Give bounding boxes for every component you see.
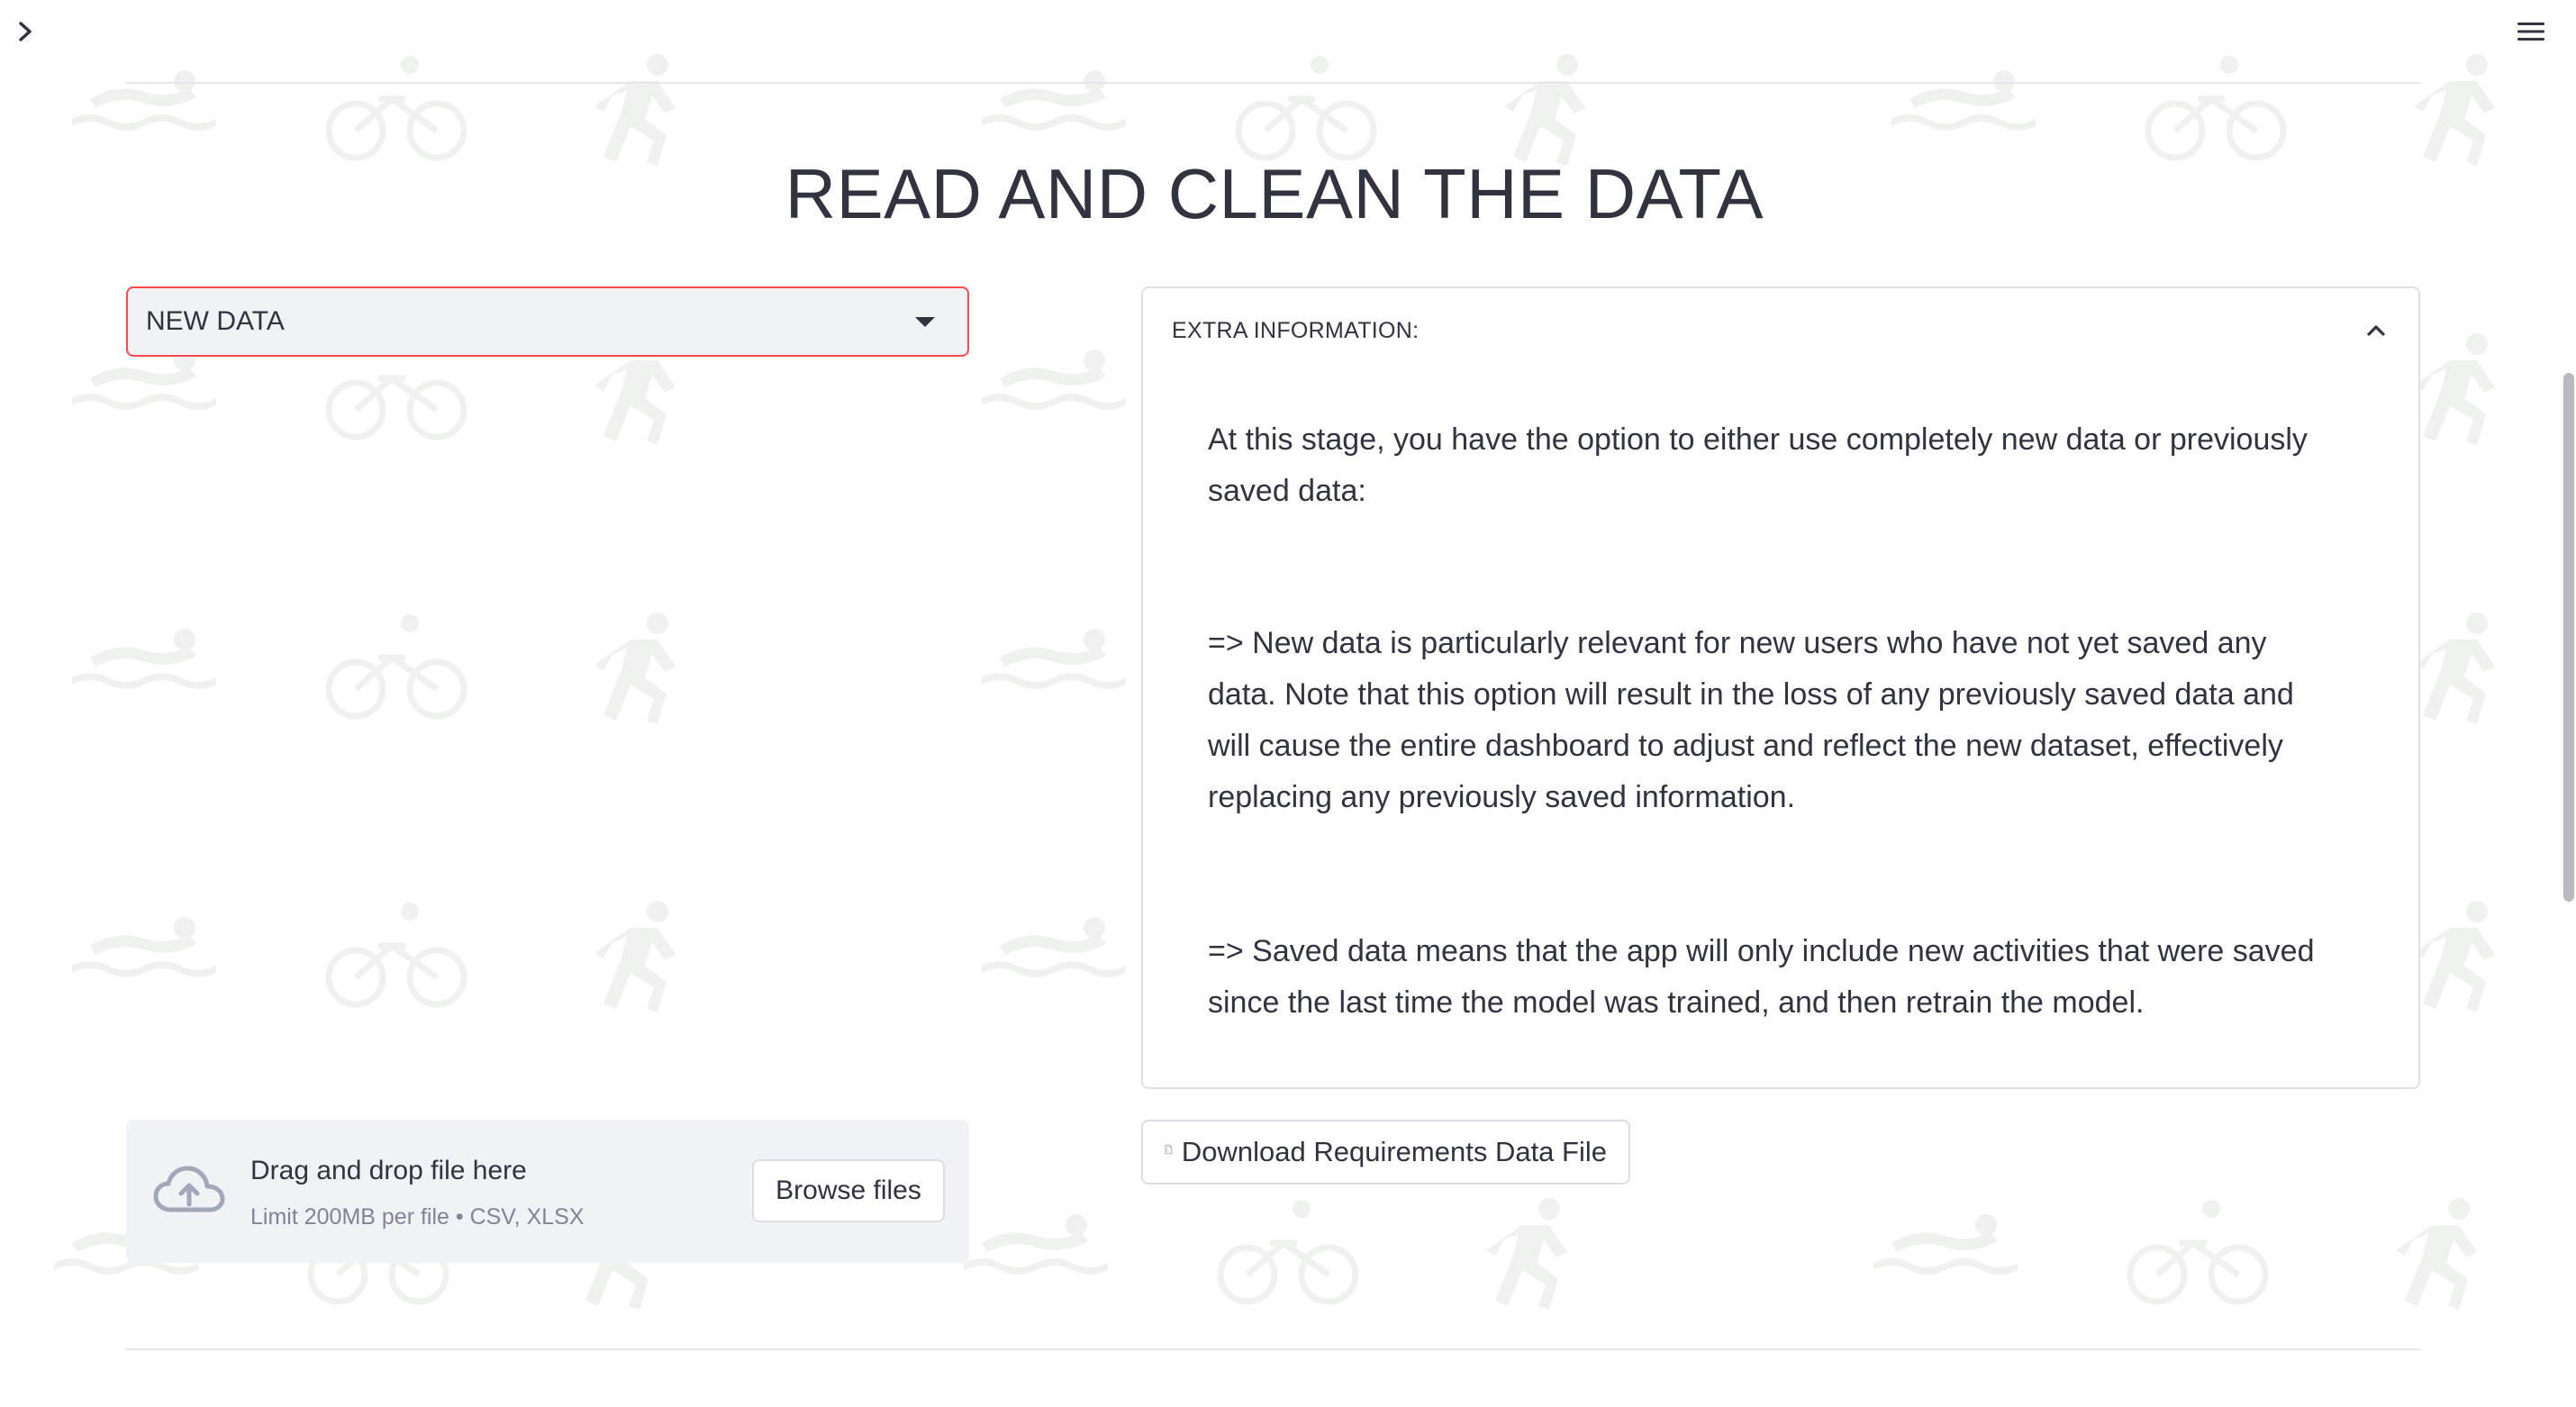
info-paragraph-3: => Saved data means that the app will on…	[1208, 934, 2315, 1020]
browse-files-button[interactable]: Browse files	[752, 1159, 945, 1222]
info-paragraph-1: At this stage, you have the option to ei…	[1208, 422, 2308, 508]
bottom-divider	[126, 1348, 2421, 1350]
extra-information-expander-header[interactable]: EXTRA INFORMATION:	[1143, 288, 2418, 373]
download-requirements-label: Download Requirements Data File	[1181, 1136, 1607, 1167]
data-source-select[interactable]: NEW DATA	[126, 286, 969, 357]
info-paragraph-2: => New data is particularly relevant for…	[1208, 626, 2294, 814]
main-menu-button[interactable]	[2513, 16, 2549, 47]
sidebar-toggle-button[interactable]	[13, 16, 38, 47]
document-icon	[1165, 1144, 1173, 1155]
cloud-upload-icon	[153, 1166, 225, 1212]
uploader-title: Drag and drop file here	[250, 1156, 527, 1185]
page-title: READ AND CLEAN THE DATA	[785, 154, 1764, 233]
extra-information-expander: EXTRA INFORMATION: At this stage, you ha…	[1141, 286, 2420, 1089]
extra-information-title: EXTRA INFORMATION:	[1172, 317, 1420, 343]
top-divider	[126, 82, 2421, 84]
download-requirements-button[interactable]: Download Requirements Data File	[1141, 1120, 1630, 1185]
uploader-limit: Limit 200MB per file • CSV, XLSX	[250, 1204, 585, 1230]
chevron-right-icon	[19, 22, 32, 41]
caret-down-icon	[915, 316, 935, 327]
extra-information-body: At this stage, you have the option to ei…	[1208, 414, 2343, 1020]
hamburger-menu-icon	[2517, 23, 2544, 41]
chevron-up-icon	[2363, 317, 2390, 344]
page-scrollbar[interactable]	[2563, 373, 2574, 902]
file-uploader-dropzone[interactable]: Drag and drop file here Limit 200MB per …	[126, 1120, 969, 1263]
data-source-select-value: NEW DATA	[146, 306, 285, 336]
